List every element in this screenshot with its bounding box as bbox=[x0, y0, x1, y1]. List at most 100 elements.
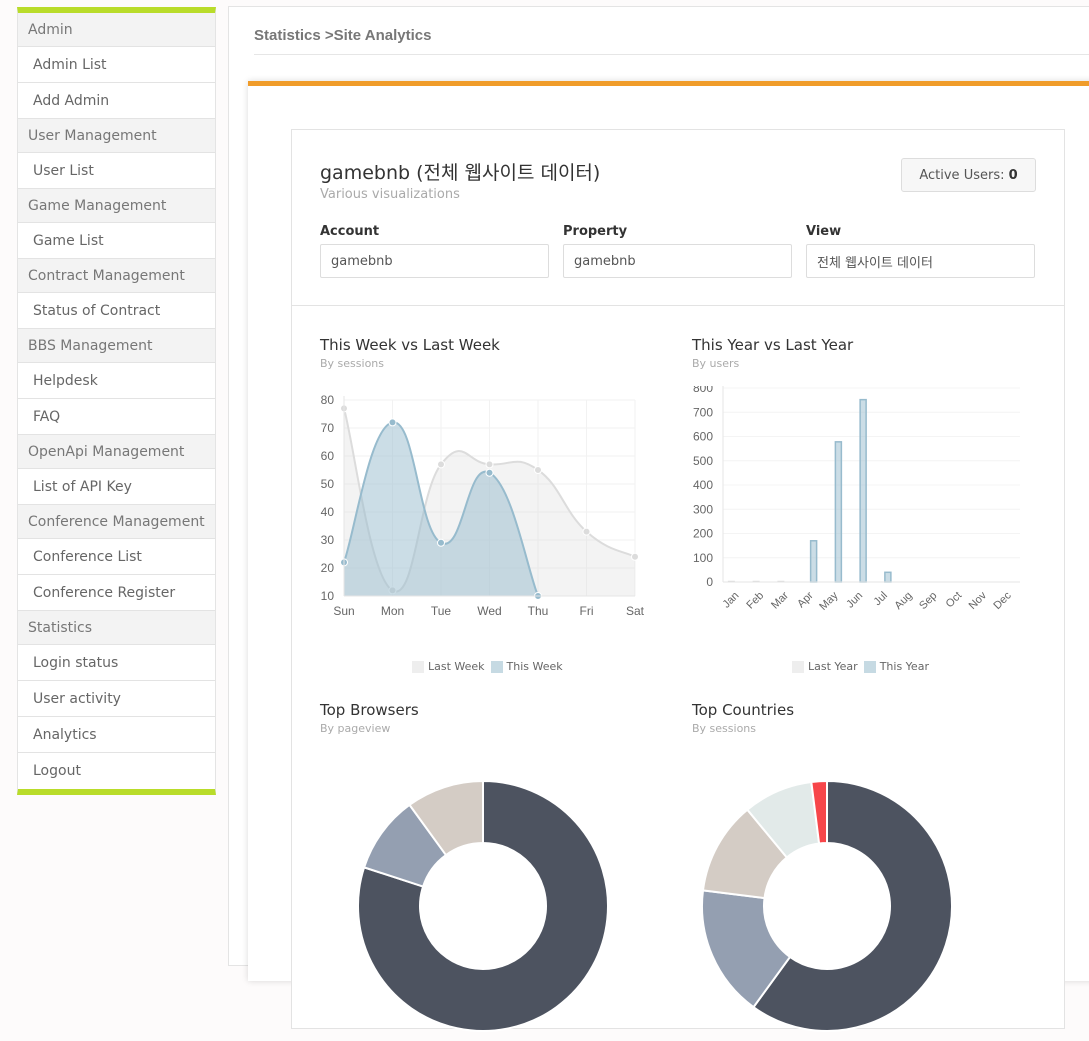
x-tick-label: Thu bbox=[528, 604, 549, 618]
y-tick-label: 600 bbox=[693, 430, 713, 444]
sidebar-item-analytics[interactable]: Analytics bbox=[18, 717, 215, 753]
x-tick-label: Jan bbox=[720, 590, 741, 611]
y-tick-label: 40 bbox=[321, 505, 335, 519]
data-point bbox=[437, 460, 445, 469]
year-chart-subtitle: By users bbox=[692, 357, 740, 370]
sidebar-item-admin-list[interactable]: Admin List bbox=[18, 47, 215, 83]
property-label: Property bbox=[563, 224, 628, 239]
card-header: gamebnb (전체 웹사이트 데이터) Various visualizat… bbox=[292, 130, 1064, 306]
browsers-chart-subtitle: By pageview bbox=[320, 722, 391, 735]
legend-last-week: Last Week bbox=[412, 660, 485, 673]
main-content: Statistics >Site Analytics gamebnb (전체 웹… bbox=[228, 6, 1089, 1032]
x-tick-label: Aug bbox=[892, 590, 914, 612]
week-chart-legend: Last Week This Week bbox=[412, 660, 563, 673]
x-tick-label: Apr bbox=[795, 589, 816, 610]
analytics-card: gamebnb (전체 웹사이트 데이터) Various visualizat… bbox=[291, 129, 1065, 1032]
browsers-chart: Top Browsers By pageview bbox=[320, 701, 670, 1032]
sidebar-item-user-activity[interactable]: User activity bbox=[18, 681, 215, 717]
y-tick-label: 200 bbox=[693, 527, 713, 541]
x-tick-label: Fri bbox=[580, 604, 594, 618]
data-point bbox=[437, 538, 445, 547]
legend-label: This Week bbox=[506, 660, 563, 673]
x-tick-label: Sat bbox=[626, 604, 645, 618]
week-chart-title: This Week vs Last Week bbox=[320, 336, 500, 354]
account-label: Account bbox=[320, 224, 380, 239]
sidebar-item-logout[interactable]: Logout bbox=[18, 753, 215, 789]
breadcrumb: Statistics >Site Analytics bbox=[254, 27, 1089, 55]
countries-chart-title: Top Countries bbox=[692, 701, 795, 719]
active-users-button[interactable]: Active Users: 0 bbox=[901, 158, 1036, 192]
legend-swatch bbox=[412, 661, 424, 673]
x-tick-label: Jun bbox=[844, 590, 865, 611]
x-tick-label: Mon bbox=[381, 604, 404, 618]
y-tick-label: 50 bbox=[321, 477, 335, 491]
account-input[interactable] bbox=[320, 244, 549, 278]
countries-donut bbox=[701, 779, 953, 1032]
y-tick-label: 10 bbox=[321, 589, 335, 603]
x-tick-label: Sep bbox=[917, 590, 939, 612]
sidebar-group-admin: Admin bbox=[18, 13, 215, 47]
view-field: View bbox=[806, 224, 1035, 278]
sidebar-group-bbs-management: BBS Management bbox=[18, 329, 215, 363]
week-line-chart: 10 20 30 40 50 60 70 80 Sun Mon Tue Wed Thu Fri Sat bbox=[321, 393, 645, 618]
data-point bbox=[485, 468, 494, 477]
year-chart-legend: Last Year This Year bbox=[792, 660, 929, 673]
y-tick-label: 80 bbox=[321, 393, 335, 407]
x-tick-label: Jul bbox=[872, 590, 890, 608]
property-input[interactable] bbox=[563, 244, 792, 278]
bar-this-year bbox=[834, 441, 843, 583]
bar-this-year bbox=[809, 540, 818, 583]
sidebar-item-add-admin[interactable]: Add Admin bbox=[18, 83, 215, 119]
view-input[interactable] bbox=[806, 244, 1035, 278]
property-field: Property bbox=[563, 224, 792, 278]
x-tick-label: Tue bbox=[431, 604, 452, 618]
bar-this-year bbox=[884, 571, 892, 583]
sidebar-nav: Admin Admin List Add Admin User Management U… bbox=[17, 7, 216, 795]
y-tick-label: 700 bbox=[693, 405, 713, 419]
sidebar-item-helpdesk[interactable]: Helpdesk bbox=[18, 363, 215, 399]
sidebar-item-conference-register[interactable]: Conference Register bbox=[18, 575, 215, 611]
x-tick-label: Feb bbox=[744, 590, 766, 612]
sidebar-item-game-list[interactable]: Game List bbox=[18, 223, 215, 259]
year-chart-title: This Year vs Last Year bbox=[692, 336, 854, 354]
y-tick-label: 0 bbox=[706, 575, 713, 589]
x-tick-label: Nov bbox=[967, 589, 990, 612]
sidebar-group-statistics: Statistics bbox=[18, 611, 215, 645]
active-users-label: Active Users: bbox=[919, 168, 1009, 183]
y-tick-label: 60 bbox=[321, 449, 335, 463]
y-tick-label: 100 bbox=[693, 551, 713, 565]
sidebar-item-user-list[interactable]: User List bbox=[18, 153, 215, 189]
sidebar-item-list-of-api-key[interactable]: List of API Key bbox=[18, 469, 215, 505]
x-tick-label: Dec bbox=[991, 589, 1014, 612]
sidebar-item-login-status[interactable]: Login status bbox=[18, 645, 215, 681]
sidebar-group-user-management: User Management bbox=[18, 119, 215, 153]
week-chart: This Week vs Last Week By sessions 10 20 3… bbox=[320, 336, 670, 673]
active-users-count: 0 bbox=[1008, 168, 1018, 183]
x-tick-label: Sun bbox=[333, 604, 354, 618]
year-bar-chart: 0 100 200 300 400 500 600 700 800 Jan Feb Mar Apr May… bbox=[693, 386, 1020, 613]
browsers-donut bbox=[357, 779, 609, 1032]
view-label: View bbox=[806, 224, 842, 239]
page-subtitle: Various visualizations bbox=[320, 187, 460, 202]
y-tick-label: 400 bbox=[693, 478, 713, 492]
legend-last-year: Last Year bbox=[792, 660, 858, 673]
x-tick-label: Mar bbox=[769, 589, 791, 611]
data-point bbox=[631, 552, 639, 561]
legend-label: Last Week bbox=[428, 660, 485, 673]
y-tick-label: 70 bbox=[321, 421, 335, 435]
x-tick-label: May bbox=[817, 589, 841, 613]
legend-swatch bbox=[490, 661, 503, 673]
sidebar-item-status-of-contract[interactable]: Status of Contract bbox=[18, 293, 215, 329]
countries-chart-subtitle: By sessions bbox=[692, 722, 757, 735]
countries-chart: Top Countries By sessions bbox=[692, 701, 1042, 1032]
legend-this-year: This Year bbox=[863, 660, 929, 673]
y-tick-label: 800 bbox=[693, 386, 713, 395]
legend-swatch bbox=[792, 661, 804, 673]
data-point bbox=[388, 418, 397, 427]
y-tick-label: 20 bbox=[321, 561, 335, 575]
sidebar-item-conference-list[interactable]: Conference List bbox=[18, 539, 215, 575]
page-title: gamebnb (전체 웹사이트 데이터) bbox=[320, 162, 601, 184]
legend-swatch bbox=[863, 661, 876, 673]
sidebar-item-faq[interactable]: FAQ bbox=[18, 399, 215, 435]
y-tick-label: 500 bbox=[693, 454, 713, 468]
